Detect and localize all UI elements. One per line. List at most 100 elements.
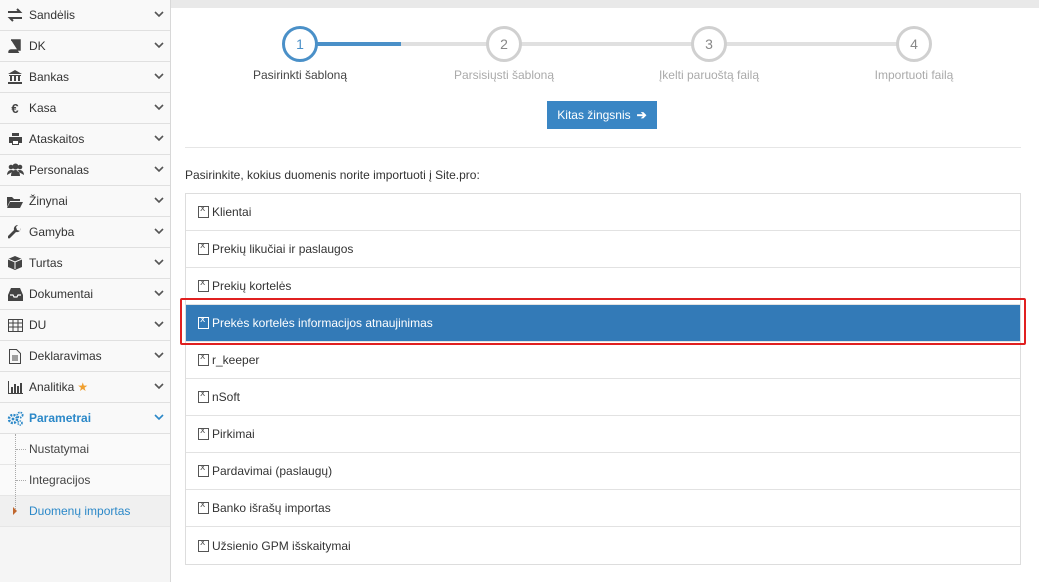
sidebar-item-bankas[interactable]: Bankas — [0, 62, 170, 93]
list-item-label: Banko išrašų importas — [212, 501, 331, 515]
sidebar-subitem-nustatymai[interactable]: Nustatymai — [0, 434, 170, 465]
wizard-step-3[interactable]: 3 — [691, 26, 727, 62]
list-item[interactable]: Prekių likučiai ir paslaugos — [186, 231, 1020, 268]
folder-open-icon — [6, 193, 24, 209]
step-number: 2 — [500, 36, 508, 52]
sidebar-subitem-integracijos[interactable]: Integracijos — [0, 465, 170, 496]
excel-file-icon — [198, 500, 209, 514]
sidebar-item-kasa[interactable]: € Kasa — [0, 93, 170, 124]
list-item-label: nSoft — [212, 390, 241, 404]
printer-icon — [6, 131, 24, 147]
sidebar-item-ataskaitos[interactable]: Ataskaitos — [0, 124, 170, 155]
sidebar-item-label: DU — [29, 318, 47, 332]
list-item-selected[interactable]: Prekės kortelės informacijos atnaujinima… — [186, 305, 1020, 342]
chevron-down-icon — [154, 166, 164, 173]
sidebar-item-sandelis[interactable]: Sandėlis — [0, 0, 170, 31]
wizard-step-2[interactable]: 2 — [486, 26, 522, 62]
chevron-down-icon — [154, 197, 164, 204]
sidebar-item-label: DK — [29, 39, 46, 53]
list-item-label: Prekių kortelės — [212, 279, 292, 293]
excel-file-icon — [198, 278, 209, 292]
document-icon — [6, 348, 24, 364]
step-number: 1 — [296, 36, 304, 52]
excel-file-icon — [198, 204, 209, 218]
step-number: 4 — [910, 36, 918, 52]
list-item-label: Užsienio GPM išskaitymai — [212, 538, 351, 553]
sidebar-item-label: Turtas — [29, 256, 63, 270]
wizard-step-label: Parsisiųsti šabloną — [453, 68, 555, 82]
excel-file-icon — [198, 463, 209, 477]
sidebar-item-label: Žinynai — [29, 194, 68, 208]
list-item-label: Klientai — [212, 205, 252, 219]
sidebar-item-dk[interactable]: DK — [0, 31, 170, 62]
sidebar-subitem-label: Integracijos — [29, 473, 91, 487]
wizard-step-4[interactable]: 4 — [896, 26, 932, 62]
list-item-label: r_keeper — [212, 353, 260, 367]
chevron-down-icon — [154, 259, 164, 266]
sidebar-item-parametrai[interactable]: Parametrai — [0, 403, 170, 434]
list-item[interactable]: Pirkimai — [186, 416, 1020, 453]
list-item[interactable]: Prekių kortelės — [186, 268, 1020, 305]
tree-branch — [16, 480, 26, 481]
sidebar-item-label: Ataskaitos — [29, 132, 85, 146]
sidebar-item-gamyba[interactable]: Gamyba — [0, 217, 170, 248]
cogs-icon — [6, 410, 24, 426]
sidebar-item-label: Personalas — [29, 163, 90, 177]
list-item[interactable]: Klientai — [186, 194, 1020, 231]
sidebar-item-personalas[interactable]: Personalas — [0, 155, 170, 186]
main-content: 1 2 3 4 Pasirinkti šabloną Parsisiųsti š… — [180, 8, 1039, 582]
sidebar-subitem-label: Nustatymai — [29, 442, 90, 456]
wizard-step-1[interactable]: 1 — [282, 26, 318, 62]
excel-file-icon — [198, 315, 209, 329]
list-item-label: Prekių likučiai ir paslaugos — [212, 242, 354, 256]
sidebar-item-dokumentai[interactable]: Dokumentai — [0, 279, 170, 310]
list-item-label: Prekės kortelės informacijos atnaujinima… — [212, 316, 433, 330]
sidebar-item-analitika[interactable]: Analitika ★ — [0, 372, 170, 403]
cube-icon — [6, 255, 24, 271]
sidebar-item-label: Gamyba — [29, 225, 75, 239]
chevron-down-icon — [154, 11, 164, 18]
wrench-icon — [6, 224, 24, 240]
chevron-down-icon — [154, 321, 164, 328]
sidebar-subitem-duomenu-importas[interactable]: Duomenų importas — [0, 496, 170, 527]
table-icon — [6, 317, 24, 333]
sidebar-item-label: Parametrai — [29, 411, 92, 425]
divider — [185, 147, 1021, 148]
star-icon: ★ — [77, 380, 89, 394]
sidebar-item-deklaravimas[interactable]: Deklaravimas — [0, 341, 170, 372]
arrow-right-icon: ➔ — [636, 108, 647, 122]
exchange-arrows-icon — [6, 7, 24, 23]
sidebar-item-zinynai[interactable]: Žinynai — [0, 186, 170, 217]
sidebar-item-label: Dokumentai — [29, 287, 94, 301]
sidebar-item-turtas[interactable]: Turtas — [0, 248, 170, 279]
sidebar: Sandėlis DK Bankas € Kasa Ataskaitos Per… — [0, 0, 171, 582]
list-item[interactable]: Užsienio GPM išskaitymai — [186, 527, 1020, 564]
import-wizard: 1 2 3 4 Pasirinkti šabloną Parsisiųsti š… — [185, 8, 1039, 98]
bar-chart-icon — [6, 379, 24, 395]
chevron-down-icon — [154, 290, 164, 297]
sidebar-item-label: Bankas — [29, 70, 70, 84]
sidebar-item-label: Sandėlis — [29, 8, 76, 22]
list-item[interactable]: nSoft — [186, 379, 1020, 416]
chevron-down-icon — [154, 135, 164, 142]
chevron-down-icon — [154, 42, 164, 49]
import-prompt: Pasirinkite, kokius duomenis norite impo… — [185, 168, 480, 182]
import-type-list: Klientai Prekių likučiai ir paslaugos Pr… — [185, 193, 1021, 565]
sidebar-item-du[interactable]: DU — [0, 310, 170, 341]
tree-branch — [16, 449, 26, 450]
top-strip — [171, 0, 1039, 8]
chevron-down-icon — [154, 73, 164, 80]
excel-file-icon — [198, 426, 209, 440]
sidebar-item-label: Deklaravimas — [29, 349, 102, 363]
list-item[interactable]: r_keeper — [186, 342, 1020, 379]
chevron-down-icon — [154, 228, 164, 235]
book-icon — [6, 38, 24, 54]
users-icon — [6, 162, 24, 178]
euro-icon: € — [11, 100, 19, 116]
list-item[interactable]: Pardavimai (paslaugų) — [186, 453, 1020, 490]
next-step-label: Kitas žingsnis — [557, 108, 631, 122]
list-item[interactable]: Banko išrašų importas — [186, 490, 1020, 527]
chevron-down-icon — [154, 414, 164, 421]
next-step-button[interactable]: Kitas žingsnis ➔ — [547, 101, 657, 129]
sidebar-item-label: Analitika — [29, 380, 75, 394]
